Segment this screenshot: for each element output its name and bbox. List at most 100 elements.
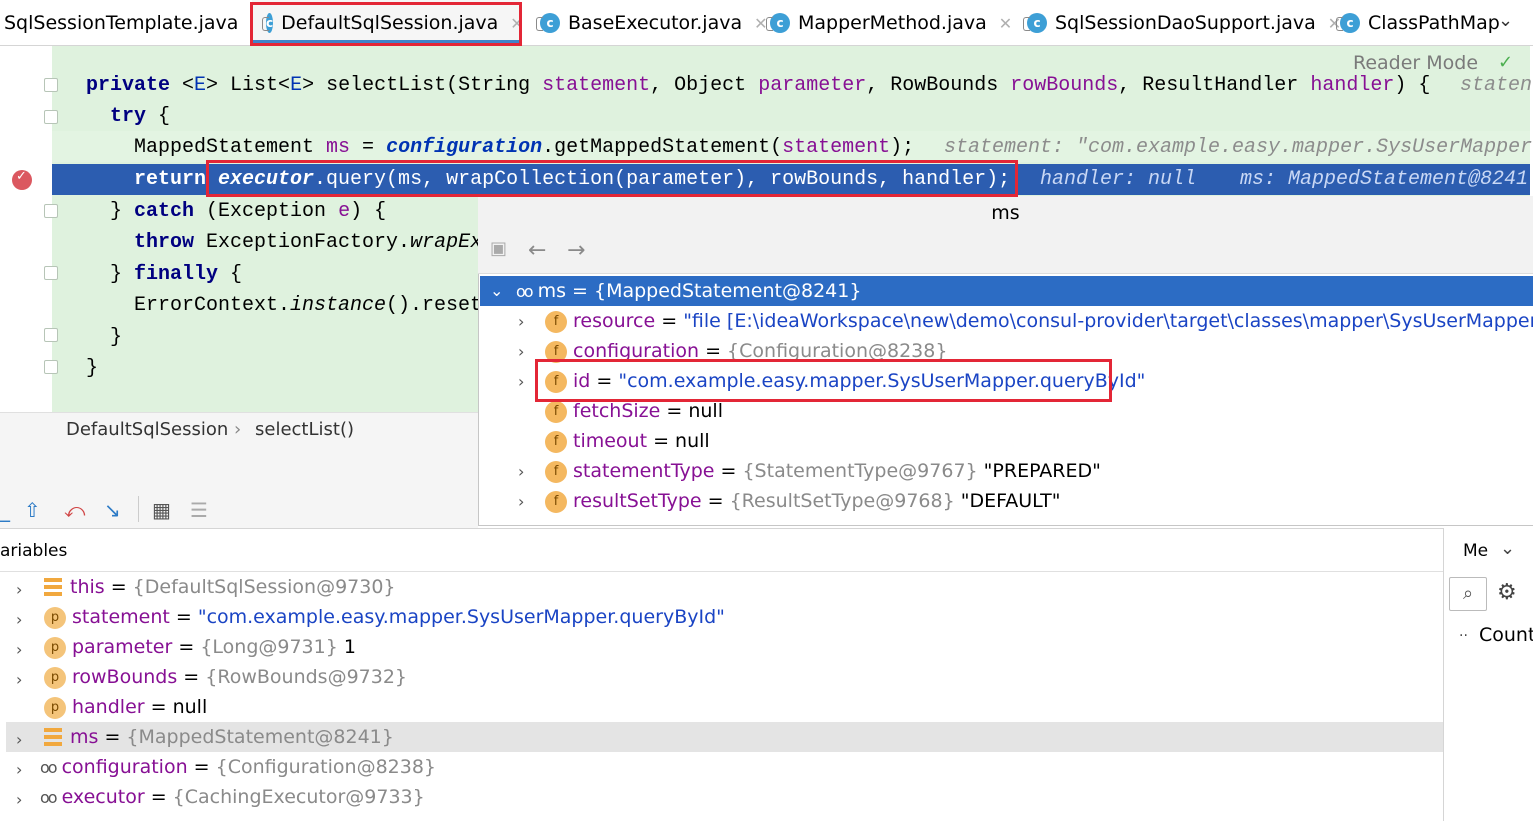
- chevron-right-icon[interactable]: ›: [16, 670, 22, 689]
- chevron-right-icon[interactable]: ›: [518, 492, 524, 511]
- fold-icon[interactable]: [44, 266, 58, 280]
- chevron-right-icon[interactable]: ›: [16, 730, 22, 749]
- breadcrumb-class[interactable]: DefaultSqlSession: [66, 419, 228, 440]
- variable-row-statement[interactable]: p statement = "com.example.easy.mapper.Sy…: [44, 602, 725, 632]
- chevron-right-icon[interactable]: ›: [16, 790, 22, 809]
- variable-row-this[interactable]: this = {DefaultSqlSession@9730}: [44, 572, 396, 602]
- parameter-icon: p: [44, 666, 66, 689]
- variables-header: [0, 528, 1533, 572]
- variable-row-executor[interactable]: oo executor = {CachingExecutor@9733}: [40, 782, 425, 812]
- code-line: try {: [110, 105, 171, 128]
- field-icon: f: [545, 370, 567, 393]
- class-icon: c: [766, 13, 790, 33]
- code-line: }: [86, 357, 99, 380]
- breadcrumb-method[interactable]: selectList(): [255, 419, 354, 440]
- gear-icon[interactable]: ⚙: [1497, 580, 1517, 605]
- code-line: }: [110, 326, 123, 349]
- variable-row-configuration[interactable]: oo configuration = {Configuration@8238}: [40, 752, 436, 782]
- fold-icon[interactable]: [44, 110, 58, 124]
- code-line-current: return executor.query(ms, wrapCollection…: [134, 168, 1011, 191]
- class-icon: c: [536, 13, 560, 33]
- evaluate-icon[interactable]: ▦: [152, 498, 171, 522]
- breadcrumb-separator: ›: [234, 419, 242, 440]
- chevron-right-icon[interactable]: ›: [518, 462, 524, 481]
- fold-icon[interactable]: [44, 328, 58, 342]
- active-tab-indicator: [252, 40, 520, 44]
- watch-icon: oo: [40, 758, 58, 777]
- field-icon: f: [545, 430, 567, 453]
- inline-hint: ms: MappedStatement@8241: [1240, 168, 1529, 191]
- tab-label: ClassPathMap: [1368, 12, 1500, 34]
- memory-tab[interactable]: Me: [1463, 541, 1488, 561]
- field-icon: f: [545, 460, 567, 483]
- inline-hint: staten: [1460, 74, 1533, 97]
- field-icon: f: [545, 310, 567, 333]
- popup-field-fetchsize[interactable]: f fetchSize = null: [545, 396, 723, 426]
- popup-field-id[interactable]: f id = "com.example.easy.mapper.SysUserMa…: [545, 366, 1145, 396]
- inline-hint: handler: null: [1040, 168, 1197, 191]
- variable-row-rowbounds[interactable]: p rowBounds = {RowBounds@9732}: [44, 662, 407, 692]
- trace-icon[interactable]: ☰: [190, 498, 208, 522]
- chevron-right-icon[interactable]: ›: [16, 640, 22, 659]
- chevron-right-icon[interactable]: ›: [518, 342, 524, 361]
- field-icon: f: [545, 490, 567, 513]
- chevron-down-icon[interactable]: ⌄: [1498, 10, 1513, 31]
- memory-panel: [1443, 528, 1533, 821]
- class-icon: c: [1336, 13, 1360, 33]
- popup-toolbar: [478, 230, 1533, 274]
- tab-label: SqlSessionDaoSupport.java: [1055, 12, 1316, 34]
- count-column-header[interactable]: Count: [1479, 624, 1533, 646]
- variable-row-handler[interactable]: p handler = null: [44, 692, 207, 722]
- tab-sqlsessiondaosupport[interactable]: c SqlSessionDaoSupport.java ✕: [1023, 0, 1341, 46]
- variable-row-parameter[interactable]: p parameter = {Long@9731} 1: [44, 632, 356, 662]
- fold-icon[interactable]: [44, 204, 58, 218]
- tab-classpathmap[interactable]: c ClassPathMap: [1336, 0, 1500, 46]
- parameter-icon: p: [44, 636, 66, 659]
- popup-field-timeout[interactable]: f timeout = null: [545, 426, 710, 456]
- tab-sqlsessiontemplate[interactable]: SqlSessionTemplate.java ✕: [4, 0, 264, 46]
- chevron-right-icon[interactable]: ›: [518, 372, 524, 391]
- popup-field-statementtype[interactable]: f statementType = {StatementType@9767} "P…: [545, 456, 1101, 486]
- back-arrow-icon[interactable]: ←: [528, 238, 546, 263]
- forward-arrow-icon[interactable]: →: [567, 238, 585, 263]
- step-icon[interactable]: _: [0, 498, 10, 522]
- tab-label: BaseExecutor.java: [568, 12, 743, 34]
- chevron-right-icon[interactable]: ›: [16, 580, 22, 599]
- close-icon[interactable]: ✕: [999, 14, 1012, 33]
- popup-field-resource[interactable]: f resource = "file [E:\ideaWorkspace\new\…: [545, 306, 1533, 336]
- editor-gutter[interactable]: [0, 46, 52, 412]
- popup-field-resultsettype[interactable]: f resultSetType = {ResultSetType@9768} "D…: [545, 486, 1061, 516]
- run-to-cursor-icon[interactable]: ↘: [104, 498, 121, 522]
- chevron-down-icon[interactable]: ⌄: [490, 281, 503, 300]
- close-icon[interactable]: ✕: [510, 14, 523, 33]
- list-icon: [44, 577, 62, 598]
- drop-frame-icon[interactable]: ⤺: [64, 498, 85, 522]
- inline-hint: statement: "com.example.easy.mapper.SysU…: [944, 136, 1533, 159]
- step-out-icon[interactable]: ⇧: [24, 498, 41, 522]
- list-icon: [44, 727, 62, 748]
- variable-row-ms[interactable]: ms = {MappedStatement@8241}: [44, 722, 394, 752]
- tab-mappermethod[interactable]: c MapperMethod.java ✕: [766, 0, 1012, 46]
- chevron-down-icon[interactable]: ⌄: [1500, 538, 1515, 559]
- column-resize-handle[interactable]: ..: [1459, 624, 1468, 640]
- tab-baseexecutor[interactable]: c BaseExecutor.java ✕: [536, 0, 768, 46]
- popup-field-configuration[interactable]: f configuration = {Configuration@8238}: [545, 336, 947, 366]
- breakpoint-icon[interactable]: [12, 169, 32, 190]
- fold-icon[interactable]: [44, 360, 58, 374]
- class-icon: c: [261, 13, 274, 33]
- chevron-right-icon[interactable]: ›: [16, 610, 22, 629]
- parameter-icon: p: [44, 696, 66, 719]
- toolbar-divider: [138, 496, 139, 522]
- code-line: throw ExceptionFactory.wrapEx: [134, 231, 483, 254]
- fold-icon[interactable]: [44, 78, 58, 92]
- popup-title: ms: [478, 196, 1533, 230]
- chevron-right-icon[interactable]: ›: [16, 760, 22, 779]
- search-icon[interactable]: ⌕: [1449, 577, 1487, 611]
- chevron-right-icon[interactable]: ›: [518, 312, 524, 331]
- parameter-icon: p: [44, 606, 66, 629]
- tab-label: SqlSessionTemplate.java: [4, 12, 239, 34]
- popup-root-label: oo ms = {MappedStatement@8241}: [516, 280, 862, 302]
- view-icon[interactable]: ▣: [490, 238, 507, 259]
- watch-icon: oo: [40, 788, 58, 807]
- variables-title: ariables: [0, 541, 68, 561]
